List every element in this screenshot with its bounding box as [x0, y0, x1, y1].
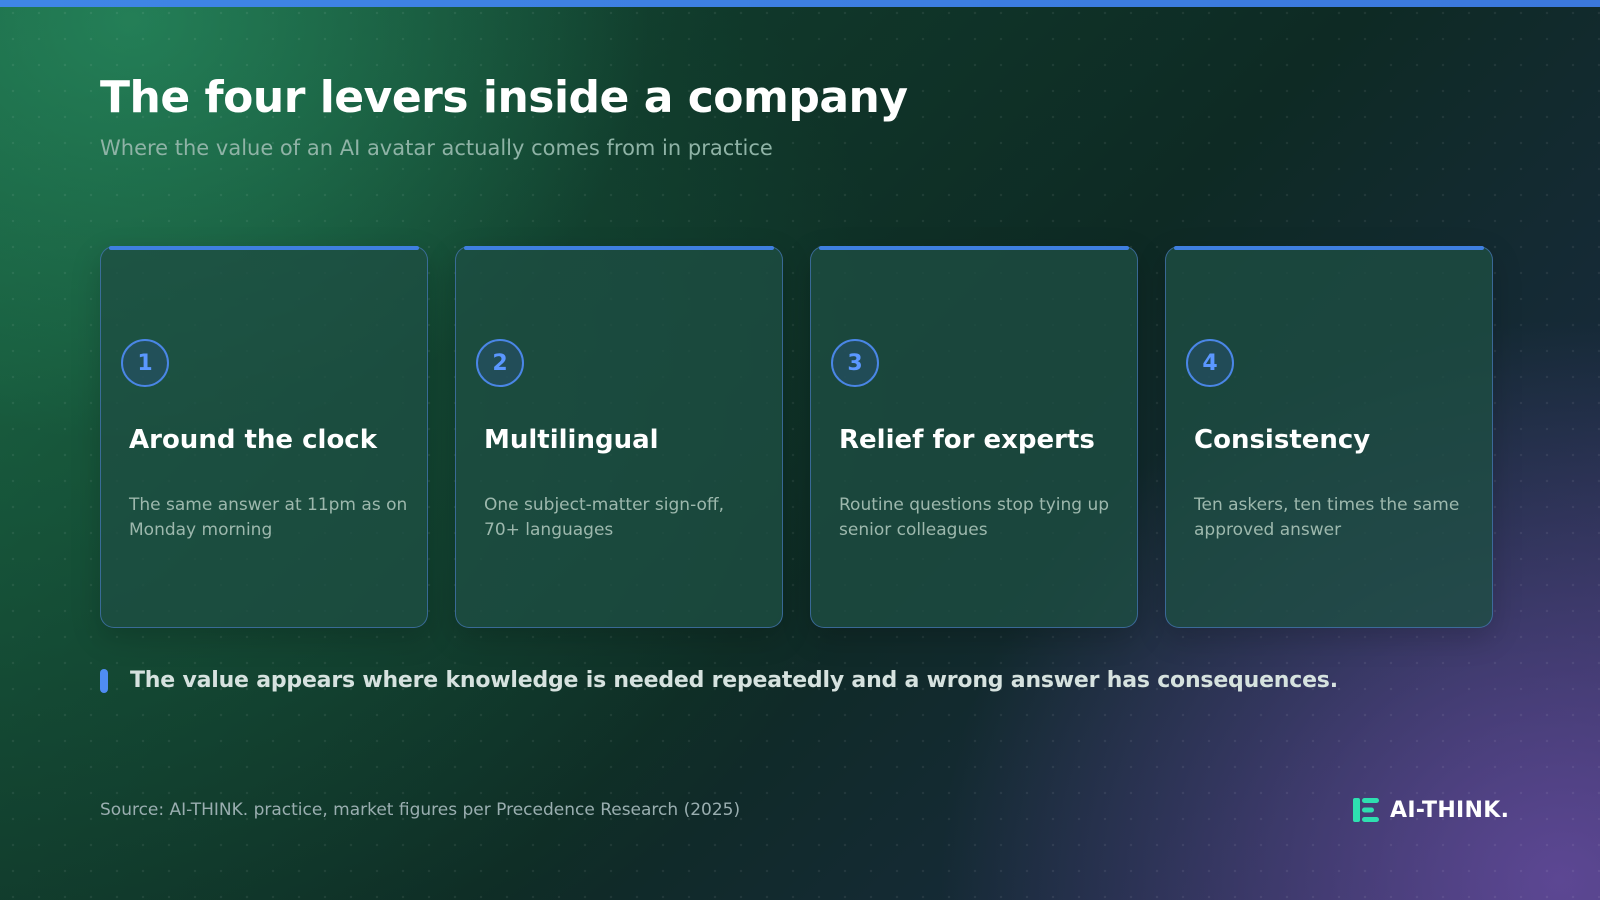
card-number-badge: 3 [831, 339, 879, 387]
lever-card-relief-for-experts: 3 Relief for experts Routine questions s… [810, 245, 1138, 628]
card-number-badge: 4 [1186, 339, 1234, 387]
ai-think-logo-icon [1353, 798, 1379, 822]
card-description: The same answer at 11pm as on Monday mor… [129, 495, 408, 540]
lever-card-around-the-clock: 1 Around the clock The same answer at 11… [100, 245, 428, 628]
card-number-badge: 2 [476, 339, 524, 387]
card-description: Routine questions stop tying up senior c… [839, 495, 1110, 540]
card-accent-bar [109, 245, 419, 250]
card-accent-bar [819, 245, 1129, 250]
lever-card-multilingual: 2 Multilingual One subject-matter sign-o… [455, 245, 783, 628]
card-accent-bar [1174, 245, 1484, 250]
card-description: One subject-matter sign-off, 70+ languag… [484, 495, 725, 540]
takeaway-text: The value appears where knowledge is nee… [130, 668, 1338, 693]
top-accent-bar [0, 0, 1600, 7]
source-note: Source: AI-THINK. practice, market figur… [100, 800, 741, 820]
ai-think-logo: AI-THINK. [1352, 796, 1509, 824]
card-title: Consistency [1194, 425, 1371, 455]
takeaway-accent-bar [100, 668, 108, 693]
card-title: Multilingual [484, 425, 659, 455]
lever-card-consistency: 4 Consistency Ten askers, ten times the … [1165, 245, 1493, 628]
logo-wordmark: AI-THINK. [1390, 797, 1510, 823]
card-accent-bar [464, 245, 774, 250]
card-number-badge: 1 [121, 339, 169, 387]
card-title: Around the clock [129, 425, 378, 455]
lever-cards: 1 Around the clock The same answer at 11… [100, 245, 1493, 628]
card-description: Ten askers, ten times the same approved … [1194, 495, 1460, 540]
key-takeaway: The value appears where knowledge is nee… [100, 668, 1338, 693]
slide-subtitle: Where the value of an AI avatar actually… [100, 136, 773, 160]
card-title: Relief for experts [839, 425, 1095, 455]
slide-title: The four levers inside a company [100, 72, 908, 123]
